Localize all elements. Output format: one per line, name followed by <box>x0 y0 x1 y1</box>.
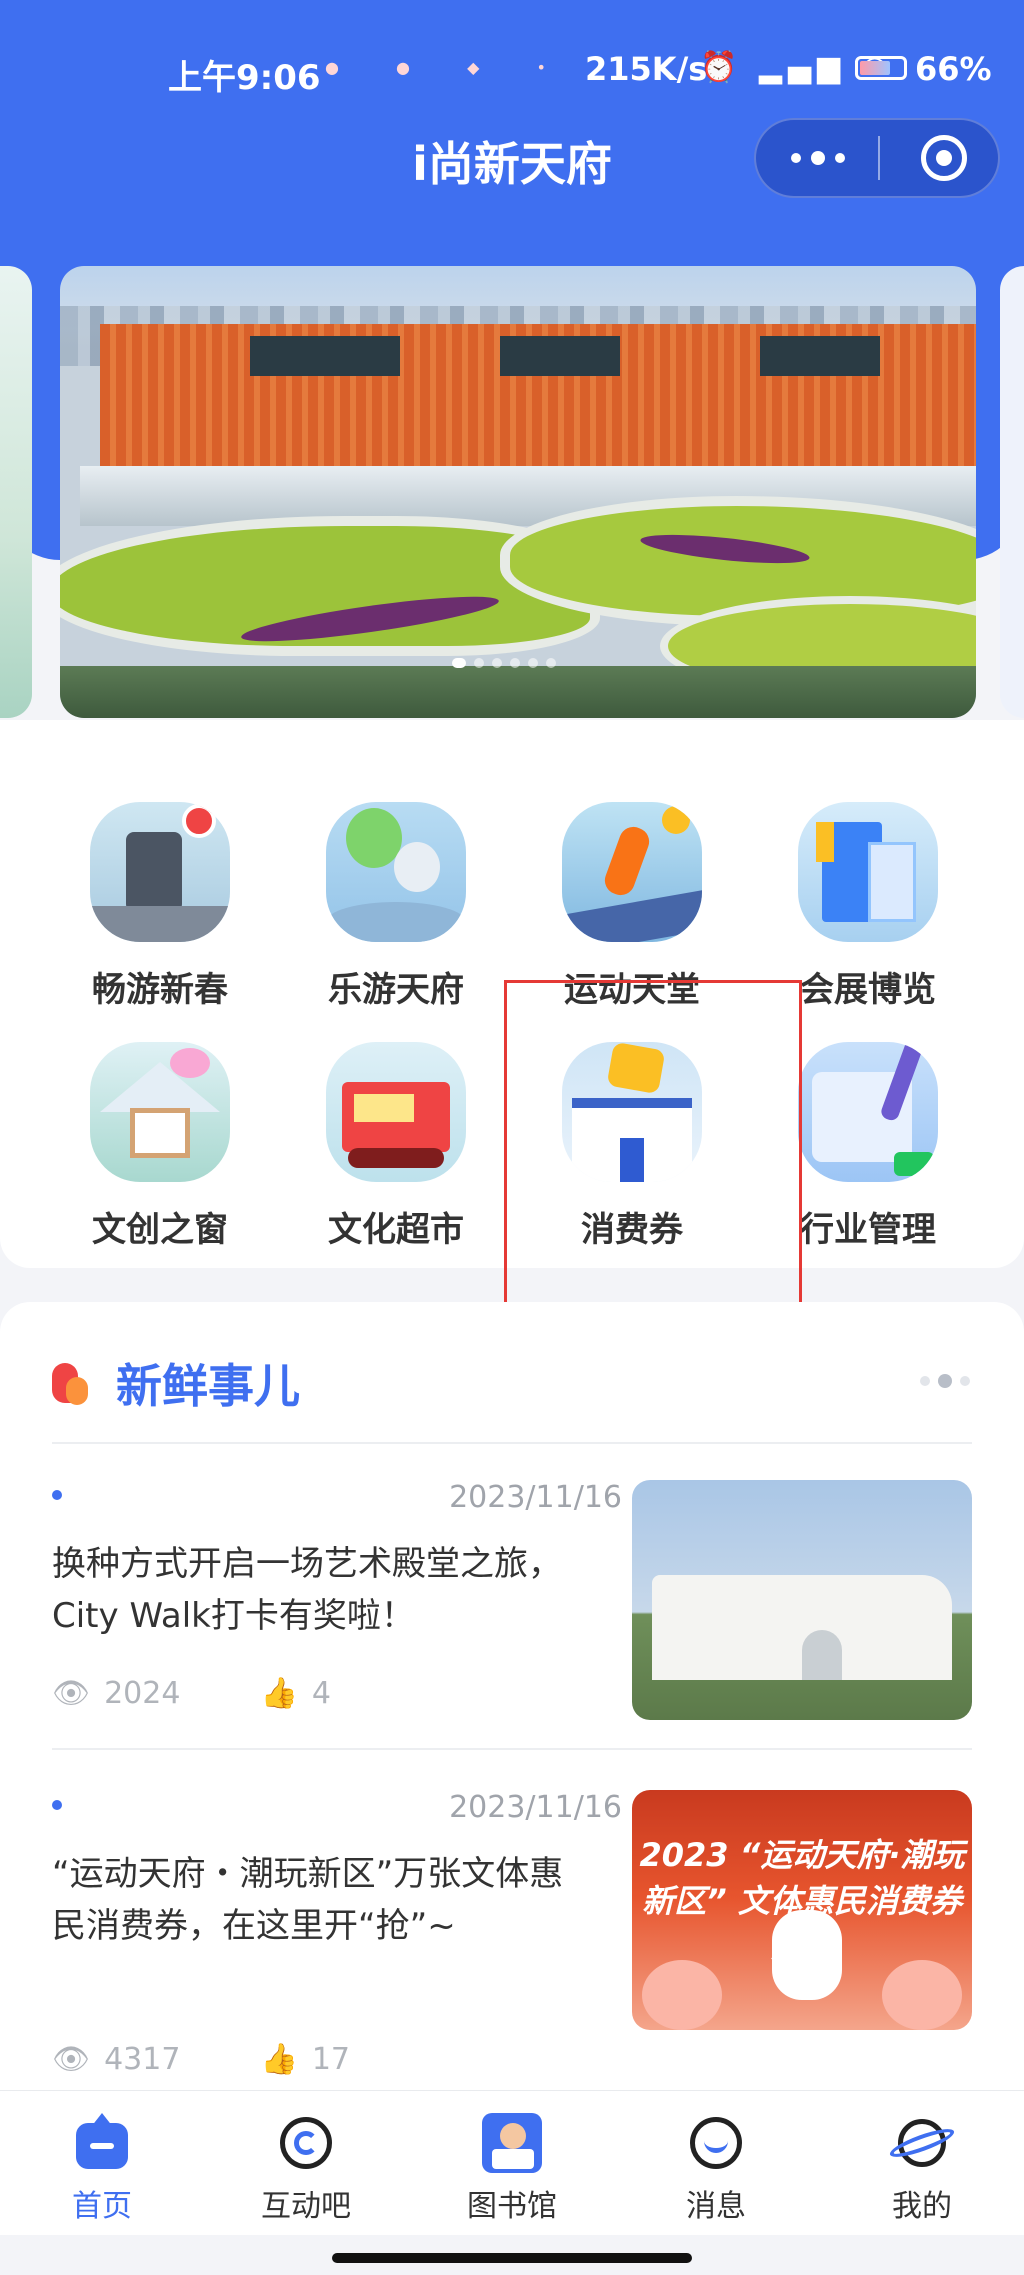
news-pager <box>920 1374 970 1388</box>
building-icon <box>798 802 938 942</box>
news-item[interactable]: 2023/11/16 换种方式开启一场艺术殿堂之旅，City Walk打卡有奖啦… <box>52 1480 972 1740</box>
eye-icon: 👁 <box>52 2042 91 2077</box>
grid-item-spring-tour[interactable]: 畅游新春 <box>60 802 260 1022</box>
battery-icon <box>855 56 907 80</box>
eye-icon: 👁 <box>52 1676 91 1711</box>
news-logo-icon <box>52 1359 92 1407</box>
banner-window <box>500 336 620 376</box>
tab-messages[interactable]: 消息 <box>646 2113 786 2225</box>
bullet-icon <box>52 1490 62 1500</box>
like-count: 4 <box>311 1676 331 1711</box>
news-date: 2023/11/16 <box>449 1480 622 1515</box>
runner-icon <box>562 802 702 942</box>
news-thumbnail[interactable] <box>632 1480 972 1720</box>
news-stats: 👁 2024 👍 4 <box>52 1676 331 1711</box>
grid-item-label: 畅游新春 <box>92 970 228 1010</box>
more-dot-icon <box>810 151 825 165</box>
grid-item-culture-market[interactable]: 文化超市 <box>296 1042 496 1262</box>
banner-indicator <box>452 658 556 668</box>
news-date: 2023/11/16 <box>449 1790 622 1825</box>
highlight-box <box>504 980 802 1344</box>
banner-next-peek[interactable] <box>1000 266 1024 718</box>
status-time: 上午9:06 <box>168 58 321 98</box>
banner-dot <box>492 658 502 668</box>
grid-item-label: 文创之窗 <box>92 1210 228 1250</box>
bullet-icon <box>52 1800 62 1810</box>
banner-ground <box>60 666 976 718</box>
like-count: 17 <box>311 2042 350 2077</box>
grid-item-tianfu-tour[interactable]: 乐游天府 <box>296 802 496 1022</box>
banner-window <box>250 336 400 376</box>
more-dot-icon <box>790 153 801 163</box>
banner-window <box>760 336 880 376</box>
capsule-divider <box>878 136 880 180</box>
pager-dot <box>960 1376 970 1386</box>
banner-dot <box>474 658 484 668</box>
shop-truck-icon <box>326 1042 466 1182</box>
balloon-icon <box>326 802 466 942</box>
news-header: 新鲜事儿 <box>52 1350 300 1416</box>
message-smile-icon <box>686 2113 746 2173</box>
news-item[interactable]: 2023/11/16 “运动天府・潮玩新区”万张文体惠民消费券，在这里开“抢”~… <box>52 1790 972 2110</box>
thumbnail-arch <box>802 1630 842 1680</box>
pager-dot <box>920 1376 930 1386</box>
tab-label: 我的 <box>892 2189 952 2224</box>
tab-me[interactable]: 我的 <box>852 2113 992 2225</box>
tab-label: 首页 <box>72 2189 132 2224</box>
tab-label: 互动吧 <box>261 2189 351 2224</box>
tab-home[interactable]: 首页 <box>32 2113 172 2225</box>
news-headline: 换种方式开启一场艺术殿堂之旅，City Walk打卡有奖啦！ <box>52 1544 562 1636</box>
city-sign-icon <box>90 802 230 942</box>
news-thumbnail[interactable]: 2023 “运动天府·潮玩新区” 文体惠民消费券活动 <box>632 1790 972 2030</box>
panda-mascot <box>772 1910 842 2000</box>
flower-decoration <box>642 1960 722 2030</box>
network-speed: 215K/s <box>585 50 708 88</box>
banner-dot <box>452 658 466 668</box>
more-menu-button[interactable] <box>756 120 879 196</box>
more-dot-icon <box>834 153 845 163</box>
easel-icon <box>90 1042 230 1182</box>
grid-item-creative[interactable]: 文创之窗 <box>60 1042 260 1262</box>
target-icon <box>936 150 952 166</box>
library-icon <box>482 2113 542 2173</box>
thumbs-up-icon: 👍 <box>260 1676 298 1711</box>
view-count: 2024 <box>104 1676 181 1711</box>
tab-label: 图书馆 <box>467 2189 557 2224</box>
notification-icons: ● ● ◆ • <box>325 58 572 77</box>
close-mini-program-button[interactable] <box>921 135 967 181</box>
banner-carousel[interactable] <box>60 266 976 718</box>
tab-interact[interactable]: 互动吧 <box>236 2113 376 2225</box>
tab-library[interactable]: 图书馆 <box>442 2113 582 2225</box>
interact-ring-icon <box>276 2113 336 2173</box>
planet-icon <box>887 2113 957 2173</box>
banner-prev-peek[interactable] <box>0 266 32 718</box>
pager-dot <box>938 1374 952 1388</box>
tab-bar: 首页 互动吧 图书馆 消息 我的 <box>0 2090 1024 2235</box>
banner-dot <box>510 658 520 668</box>
home-icon <box>72 2113 132 2173</box>
news-section: 新鲜事儿 2023/11/16 换种方式开启一场艺术殿堂之旅，City Walk… <box>0 1302 1024 2122</box>
grid-item-label: 文化超市 <box>328 1210 464 1250</box>
news-stats: 👁 4317 👍 17 <box>52 2042 350 2077</box>
pen-form-icon <box>798 1042 938 1182</box>
view-count: 4317 <box>104 2042 181 2077</box>
news-title: 新鲜事儿 <box>116 1359 300 1413</box>
news-headline: “运动天府・潮玩新区”万张文体惠民消费券，在这里开“抢”~ <box>52 1854 564 1946</box>
banner-dot <box>528 658 538 668</box>
divider <box>52 1748 972 1750</box>
battery-percent: 66% <box>915 50 992 88</box>
banner-dot <box>546 658 556 668</box>
home-indicator[interactable] <box>332 2253 692 2263</box>
tab-label: 消息 <box>686 2189 746 2224</box>
thumbs-up-icon: 👍 <box>260 2042 298 2077</box>
divider <box>52 1442 972 1444</box>
flower-decoration <box>882 1960 962 2030</box>
mini-program-capsule <box>754 118 1000 198</box>
grid-item-label: 乐游天府 <box>328 970 464 1010</box>
